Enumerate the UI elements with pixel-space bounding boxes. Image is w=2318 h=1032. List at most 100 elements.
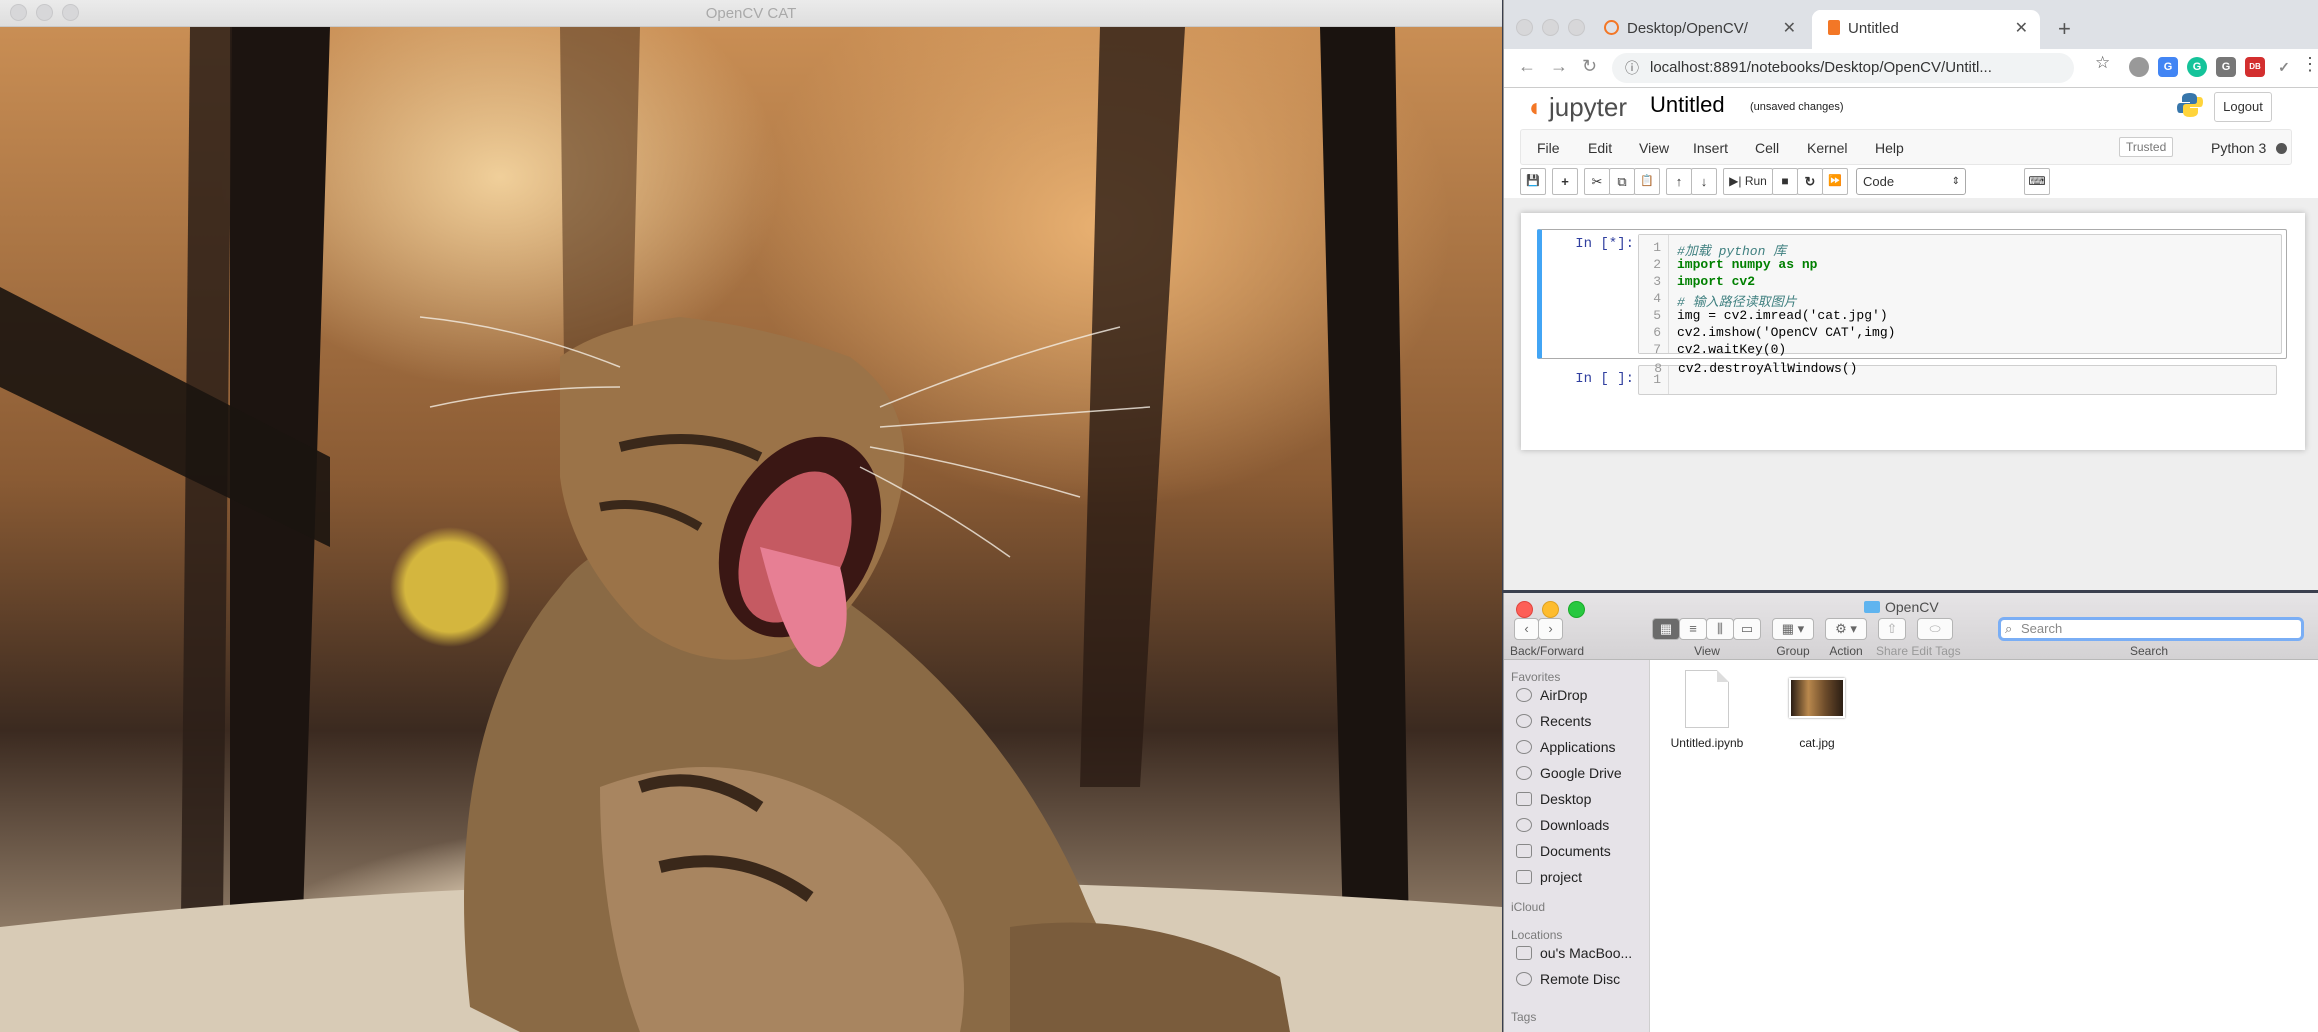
menu-help[interactable]: Help	[1875, 130, 1904, 166]
close-tab-icon[interactable]: ✕	[1783, 10, 1796, 48]
restart-icon[interactable]: ↻	[1797, 168, 1823, 195]
cloud-extension-icon[interactable]	[2129, 57, 2149, 77]
sidebar-label: Downloads	[1540, 817, 1610, 833]
close-button[interactable]	[1516, 601, 1533, 619]
image-thumbnail-icon	[1789, 678, 1845, 718]
sidebar-item-applications[interactable]: Applications	[1516, 739, 1616, 755]
code-editor[interactable]: 1 2 3 4 5 6 7 8 #加载 python 库 import nump…	[1638, 234, 2282, 357]
keyboard-icon[interactable]: ⌨	[2024, 168, 2050, 195]
window-controls[interactable]	[1516, 601, 1594, 619]
menu-edit[interactable]: Edit	[1588, 130, 1612, 166]
cell-prompt: In [ ]:	[1575, 371, 1634, 387]
address-toolbar: ← → ↻ ⓘ localhost:8891/notebooks/Desktop/…	[1504, 49, 2318, 88]
opencv-titlebar: OpenCV CAT	[0, 0, 1502, 27]
close-tab-icon[interactable]: ✕	[2015, 10, 2028, 48]
extension-icon[interactable]: G	[2216, 57, 2236, 77]
tab-label: Untitled	[1848, 20, 1899, 37]
jupyter-logo[interactable]: ◖ jupyter	[1526, 92, 1627, 123]
line-number: 4	[1653, 291, 1661, 306]
sidebar-label: project	[1540, 869, 1583, 885]
fast-forward-icon[interactable]: ⏩	[1822, 168, 1848, 195]
forward-button[interactable]: ›	[1538, 618, 1563, 640]
sidebar-item-macbook[interactable]: ou's MacBoo...	[1516, 945, 1632, 961]
group-label: Group	[1776, 644, 1810, 658]
minimize-button[interactable]	[1542, 601, 1559, 619]
code-cell[interactable]: In [*]: 1 2 3 4 5 6 7 8 #加载 python 库 imp…	[1537, 229, 2287, 359]
sidebar-item-airdrop[interactable]: AirDrop	[1516, 687, 1587, 703]
minimize-button[interactable]	[36, 4, 53, 22]
code-line-8: 8 cv2.destroyAllWindows()	[1640, 361, 1857, 376]
move-up-icon[interactable]: ↑	[1666, 168, 1692, 195]
zoom-button[interactable]	[1568, 601, 1585, 619]
trusted-badge[interactable]: Trusted	[2119, 137, 2174, 157]
window-controls[interactable]	[10, 4, 88, 22]
finder-content: Untitled.ipynb cat.jpg	[1650, 660, 2318, 1032]
finder-sidebar: Favorites AirDrop Recents Applications G…	[1504, 660, 1650, 1032]
group-button[interactable]: ▦ ▾	[1772, 618, 1814, 640]
zoom-button[interactable]	[1568, 19, 1585, 37]
back-button[interactable]: ‹	[1514, 618, 1539, 640]
copy-icon[interactable]: ⧉	[1609, 168, 1635, 195]
sidebar-item-desktop[interactable]: Desktop	[1516, 791, 1591, 807]
line-number: 1	[1653, 240, 1661, 255]
save-icon[interactable]: 💾	[1520, 168, 1546, 195]
stop-icon[interactable]: ■	[1772, 168, 1798, 195]
close-button[interactable]	[10, 4, 27, 22]
line-number: 8	[1654, 361, 1662, 376]
cell-type-select[interactable]: Code ⇕	[1856, 168, 1966, 195]
gallery-view-button[interactable]: ▭	[1733, 618, 1761, 640]
close-button[interactable]	[1516, 19, 1533, 37]
action-gear-button[interactable]: ⚙ ▾	[1825, 618, 1867, 640]
run-button[interactable]: ▶| Run	[1723, 168, 1773, 195]
grammarly-extension-icon[interactable]: G	[2187, 57, 2207, 77]
file-item[interactable]: cat.jpg	[1772, 670, 1862, 750]
share-button[interactable]: ⇧	[1878, 618, 1906, 640]
sidebar-item-recents[interactable]: Recents	[1516, 713, 1591, 729]
zoom-button[interactable]	[62, 4, 79, 22]
file-name: Untitled.ipynb	[1670, 736, 1744, 750]
window-controls[interactable]	[1516, 19, 1594, 37]
chrome-menu-icon[interactable]: ⋮	[2301, 54, 2318, 75]
menu-view[interactable]: View	[1639, 130, 1669, 166]
cloud-icon	[1516, 766, 1532, 780]
laptop-icon	[1516, 946, 1532, 960]
file-item[interactable]: Untitled.ipynb	[1662, 670, 1752, 750]
sidebar-label: Documents	[1540, 843, 1611, 859]
icon-view-button[interactable]: ▦	[1652, 618, 1680, 640]
reload-button[interactable]: ↻	[1582, 56, 1597, 77]
kernel-name[interactable]: Python 3	[2211, 130, 2266, 166]
code-line: import cv2	[1677, 274, 1756, 289]
menu-cell[interactable]: Cell	[1755, 130, 1779, 166]
url-bar[interactable]: ⓘ localhost:8891/notebooks/Desktop/OpenCV…	[1612, 53, 2074, 83]
sidebar-item-google-drive[interactable]: Google Drive	[1516, 765, 1622, 781]
translate-extension-icon[interactable]: G	[2158, 57, 2178, 77]
check-extension-icon[interactable]: ✓	[2274, 57, 2294, 77]
bookmark-star-icon[interactable]: ☆	[2095, 53, 2110, 73]
edit-tags-button[interactable]: ⬭	[1917, 618, 1953, 640]
sidebar-item-downloads[interactable]: Downloads	[1516, 817, 1609, 833]
favorites-header: Favorites	[1511, 670, 1561, 684]
back-button[interactable]: ←	[1518, 56, 1536, 77]
list-view-button[interactable]: ≡	[1679, 618, 1707, 640]
menu-insert[interactable]: Insert	[1693, 130, 1728, 166]
forward-button[interactable]: →	[1550, 56, 1568, 77]
move-down-icon[interactable]: ↓	[1691, 168, 1717, 195]
sidebar-item-remote-disc[interactable]: Remote Disc	[1516, 971, 1620, 987]
insert-cell-button[interactable]: +	[1552, 168, 1578, 195]
minimize-button[interactable]	[1542, 19, 1559, 37]
db-extension-icon[interactable]: DB	[2245, 57, 2265, 77]
search-field[interactable]: ⌕ Search	[1998, 617, 2304, 641]
cell-prompt: In [*]:	[1575, 236, 1634, 252]
sidebar-item-documents[interactable]: Documents	[1516, 843, 1611, 859]
logout-button[interactable]: Logout	[2214, 92, 2272, 122]
sidebar-label: Desktop	[1540, 791, 1592, 807]
paste-icon[interactable]: 📋	[1634, 168, 1660, 195]
notebook-title[interactable]: Untitled	[1650, 92, 1725, 118]
cut-icon[interactable]: ✂	[1584, 168, 1610, 195]
column-view-button[interactable]: ⫼	[1706, 618, 1734, 640]
file-name: cat.jpg	[1799, 736, 1835, 750]
menu-file[interactable]: File	[1537, 130, 1560, 166]
menu-kernel[interactable]: Kernel	[1807, 130, 1847, 166]
sidebar-item-project[interactable]: project	[1516, 869, 1582, 885]
new-tab-button[interactable]: +	[2058, 16, 2071, 42]
